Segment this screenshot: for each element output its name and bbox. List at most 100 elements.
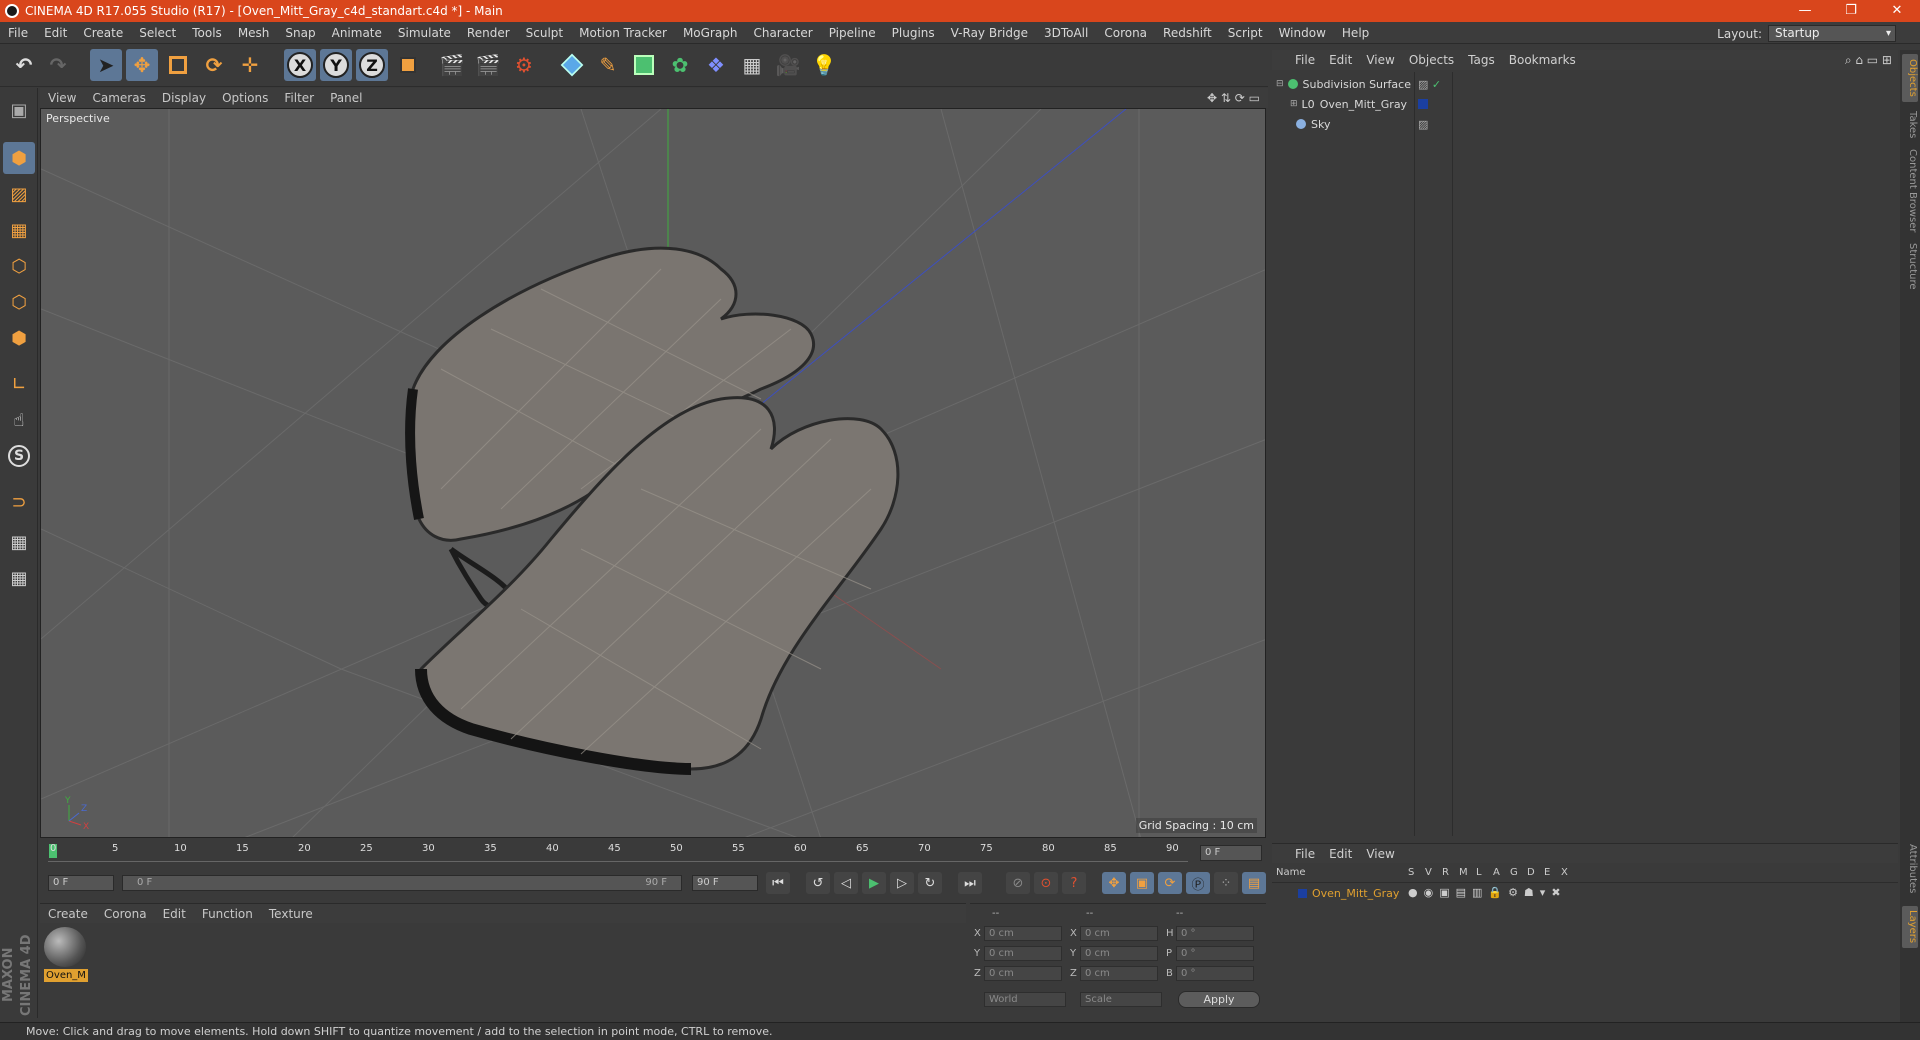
object-menu-tags[interactable]: Tags (1461, 53, 1502, 67)
viewport-menu-view[interactable]: View (40, 91, 84, 105)
menu-vray-bridge[interactable]: V-Ray Bridge (943, 26, 1036, 40)
current-frame-field[interactable]: 0 F (1200, 845, 1262, 861)
deformer-icon[interactable]: ❖ (700, 49, 732, 81)
cloner-icon[interactable]: ✿ (664, 49, 696, 81)
timeline-window-icon[interactable]: ▤ (1242, 872, 1266, 894)
floor-icon[interactable]: ▦ (736, 49, 768, 81)
move-tool-icon[interactable]: ✥ (126, 49, 158, 81)
object-menu-view[interactable]: View (1359, 53, 1401, 67)
visibility-toggle-icon[interactable]: ▨ ✓ (1418, 78, 1441, 91)
material-menu-create[interactable]: Create (40, 907, 96, 921)
tab-content-browser[interactable]: Content Browser (1902, 148, 1918, 234)
viewport-menu-display[interactable]: Display (154, 91, 214, 105)
rotate-tool-icon[interactable]: ⟳ (198, 49, 230, 81)
menu-simulate[interactable]: Simulate (390, 26, 459, 40)
object-row[interactable]: ⊟ Subdivision Surface ▨ ✓ (1272, 74, 1898, 94)
menu-pipeline[interactable]: Pipeline (821, 26, 884, 40)
go-to-start-icon[interactable]: ⏮ (766, 872, 790, 894)
menu-animate[interactable]: Animate (324, 26, 390, 40)
menu-help[interactable]: Help (1334, 26, 1377, 40)
camera-icon[interactable]: 🎥 (772, 49, 804, 81)
pen-spline-icon[interactable]: ✎ (592, 49, 624, 81)
grid-snap-icon[interactable]: ▦ (3, 562, 35, 594)
tab-takes[interactable]: Takes (1902, 108, 1918, 142)
menu-select[interactable]: Select (131, 26, 184, 40)
x-axis-lock-icon[interactable]: X (284, 49, 316, 81)
menu-script[interactable]: Script (1220, 26, 1271, 40)
position-y-field[interactable]: 0 cm (984, 946, 1062, 961)
minimize-button[interactable]: — (1782, 0, 1828, 22)
cube-primitive-icon[interactable] (556, 49, 588, 81)
size-z-field[interactable]: 0 cm (1080, 966, 1158, 981)
menu-plugins[interactable]: Plugins (884, 26, 943, 40)
play-forward-icon[interactable]: ▶ (862, 872, 886, 894)
go-to-next-key-icon[interactable]: ↻ (918, 872, 942, 894)
key-rotation-icon[interactable]: ⟳ (1158, 872, 1182, 894)
menu-corona[interactable]: Corona (1096, 26, 1155, 40)
rotation-b-field[interactable]: 0 ° (1176, 966, 1254, 981)
menu-file[interactable]: File (0, 26, 36, 40)
3d-viewport[interactable]: Y X Z Perspective Grid Spacing : 10 cm (40, 108, 1266, 838)
axis-mode-icon[interactable]: ∟ (3, 368, 35, 400)
size-mode-dropdown[interactable]: Scale (1080, 992, 1162, 1007)
start-frame-field[interactable]: 0 F (48, 875, 114, 891)
key-parameter-icon[interactable]: Ⓟ (1186, 872, 1210, 894)
menu-window[interactable]: Window (1271, 26, 1334, 40)
undo-icon[interactable]: ↶ (8, 49, 40, 81)
material-menu-texture[interactable]: Texture (261, 907, 321, 921)
menu-tools[interactable]: Tools (184, 26, 230, 40)
rotation-p-field[interactable]: 0 ° (1176, 946, 1254, 961)
make-editable-icon[interactable]: ▣ (3, 94, 35, 126)
object-manager-search-icon[interactable]: ⌕ ⌂ ▭ ⊞ (1845, 53, 1892, 68)
transform-tool-icon[interactable]: ✛ (234, 49, 266, 81)
object-menu-bookmarks[interactable]: Bookmarks (1502, 53, 1583, 67)
coordinate-space-dropdown[interactable]: World (984, 992, 1066, 1007)
layer-menu-edit[interactable]: Edit (1322, 847, 1359, 861)
material-menu-corona[interactable]: Corona (96, 907, 155, 921)
redo-icon[interactable]: ↷ (42, 49, 74, 81)
rotation-h-field[interactable]: 0 ° (1176, 926, 1254, 941)
light-icon[interactable]: 💡 (808, 49, 840, 81)
object-row[interactable]: Sky ▨ (1272, 114, 1898, 134)
material-menu-edit[interactable]: Edit (155, 907, 194, 921)
y-axis-lock-icon[interactable]: Y (320, 49, 352, 81)
tweak-mode-icon[interactable]: ☝ (3, 404, 35, 436)
preview-range-slider[interactable]: 0 F 90 F (122, 875, 682, 891)
viewport-nav-icons[interactable]: ✥ ⇅ ⟳ ▭ (1207, 91, 1260, 105)
menu-snap[interactable]: Snap (277, 26, 323, 40)
menu-character[interactable]: Character (745, 26, 820, 40)
menu-3dtoall[interactable]: 3DToAll (1036, 26, 1096, 40)
layer-name[interactable]: Oven_Mitt_Gray (1312, 887, 1399, 900)
render-view-icon[interactable]: 🎬 (436, 49, 468, 81)
tab-structure[interactable]: Structure (1902, 240, 1918, 292)
polygons-mode-icon[interactable]: ⬢ (3, 322, 35, 354)
material-swatch[interactable]: Oven_M (44, 927, 88, 983)
previous-frame-icon[interactable]: ◁ (834, 872, 858, 894)
snap-magnet-icon[interactable]: ⊃ (3, 486, 35, 518)
close-button[interactable]: ✕ (1874, 0, 1920, 22)
object-menu-objects[interactable]: Objects (1402, 53, 1461, 67)
expand-icon[interactable]: ⊞ (1290, 99, 1298, 109)
end-frame-field[interactable]: 90 F (692, 875, 758, 891)
object-menu-edit[interactable]: Edit (1322, 53, 1359, 67)
edges-mode-icon[interactable]: ⬡ (3, 286, 35, 318)
solo-mode-icon[interactable]: S (3, 440, 35, 472)
apply-button[interactable]: Apply (1178, 991, 1260, 1008)
autokey-icon[interactable]: ⊙ (1034, 872, 1058, 894)
size-x-field[interactable]: 0 cm (1080, 926, 1158, 941)
model-mode-icon[interactable]: ⬢ (3, 142, 35, 174)
layout-dropdown[interactable]: Startup (1768, 25, 1896, 42)
viewport-menu-options[interactable]: Options (214, 91, 276, 105)
workplane-mode-icon[interactable]: ▦ (3, 214, 35, 246)
menu-render[interactable]: Render (459, 26, 518, 40)
menu-edit[interactable]: Edit (36, 26, 75, 40)
layer-menu-file[interactable]: File (1288, 847, 1322, 861)
live-selection-icon[interactable]: ➤ (90, 49, 122, 81)
subdivision-surface-icon[interactable] (628, 49, 660, 81)
points-mode-icon[interactable]: ⬡ (3, 250, 35, 282)
timeline-ruler[interactable]: 0 5 10 15 20 25 30 35 40 45 50 55 60 65 … (40, 842, 1266, 866)
visibility-toggle-icon[interactable]: ▨ (1418, 118, 1428, 131)
key-position-icon[interactable]: ✥ (1102, 872, 1126, 894)
next-frame-icon[interactable]: ▷ (890, 872, 914, 894)
collapse-icon[interactable]: ⊟ (1276, 79, 1284, 89)
